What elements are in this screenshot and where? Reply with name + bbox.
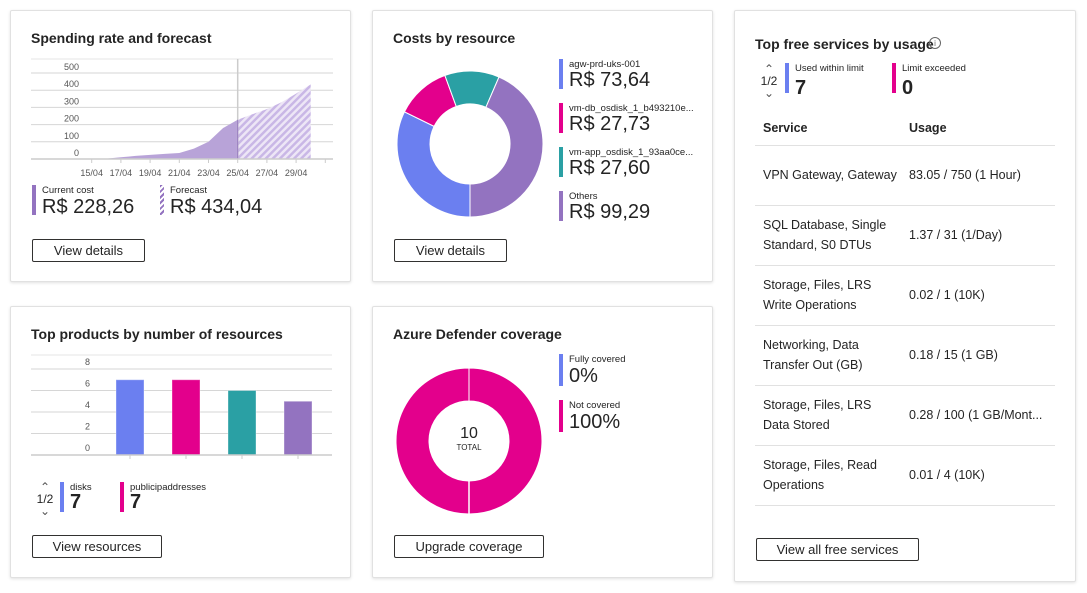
service-cell: Storage, Files, Read Operations	[755, 445, 901, 506]
free-pager[interactable]: ⌃ 1/2 ⌄	[759, 63, 779, 99]
legend-label: Used within limit	[795, 63, 864, 74]
donut-total: 10 TOTAL	[456, 425, 482, 452]
legend-value: R$ 99,29	[569, 201, 651, 223]
view-details-button[interactable]: View details	[394, 239, 507, 262]
table-row[interactable]: VPN Gateway, Gateway 83.05 / 750 (1 Hour)	[755, 145, 1055, 206]
legend-label: Fully covered	[569, 354, 626, 365]
bar[interactable]	[171, 379, 201, 456]
actual-cost-area	[77, 119, 238, 159]
usage-cell: 0.18 / 15 (1 GB)	[901, 325, 1055, 386]
chevron-down-icon[interactable]: ⌄	[759, 87, 779, 99]
x-tick-label: 25/04	[226, 168, 249, 178]
legend-label: Not covered	[569, 400, 621, 411]
y-tick-label: 0	[74, 148, 79, 158]
usage-cell: 1.37 / 31 (1/Day)	[901, 205, 1055, 266]
y-tick-label: 6	[85, 379, 90, 389]
card-title: Top free services by usage	[755, 36, 934, 52]
legend-value: R$ 73,64	[569, 69, 651, 91]
y-tick-label: 400	[64, 79, 79, 89]
y-tick-label: 0	[85, 443, 90, 453]
donut-slice[interactable]	[396, 111, 471, 218]
legend-label: publicipaddresses	[130, 482, 207, 493]
card-title: Azure Defender coverage	[393, 326, 562, 342]
x-tick-label: 27/04	[256, 168, 279, 178]
y-tick-label: 2	[85, 422, 90, 432]
legend-label: Limit exceeded	[902, 63, 966, 74]
view-all-free-services-button[interactable]: View all free services	[756, 538, 919, 561]
table-row[interactable]: SQL Database, Single Standard, S0 DTUs 1.…	[755, 205, 1055, 266]
y-tick-label: 500	[64, 62, 79, 72]
legend-value: 0%	[569, 365, 598, 387]
table-row[interactable]: Networking, Data Transfer Out (GB) 0.18 /…	[755, 325, 1055, 386]
legend-value: 0	[902, 77, 914, 99]
card-title: Costs by resource	[393, 30, 516, 46]
x-tick-label: 17/04	[110, 168, 133, 178]
free-services-table: Service Usage VPN Gateway, Gateway 83.05 /…	[755, 111, 1055, 506]
x-tick-label: 23/04	[197, 168, 220, 178]
x-tick-label: 19/04	[139, 168, 162, 178]
table-row[interactable]: Storage, Files, LRS Data Stored 0.28 / 10…	[755, 385, 1055, 446]
x-tick-label: 21/04	[168, 168, 191, 178]
upgrade-coverage-button[interactable]: Upgrade coverage	[394, 535, 544, 558]
usage-cell: 83.05 / 750 (1 Hour)	[901, 145, 1055, 206]
x-tick-label: 15/04	[80, 168, 103, 178]
card-title: Spending rate and forecast	[31, 30, 212, 46]
legend-value: 7	[70, 491, 82, 513]
card-title: Top products by number of resources	[31, 326, 283, 342]
y-tick-label: 300	[64, 96, 79, 106]
service-cell: Storage, Files, LRS Data Stored	[755, 385, 901, 446]
y-tick-label: 100	[64, 131, 79, 141]
usage-cell: 0.02 / 1 (10K)	[901, 265, 1055, 326]
forecast-area	[237, 84, 311, 159]
y-tick-label: 200	[64, 114, 79, 124]
usage-cell: 0.28 / 100 (1 GB/Mont...	[901, 385, 1055, 446]
table-row[interactable]: Storage, Files, LRS Write Operations 0.02…	[755, 265, 1055, 326]
legend-value: 7	[795, 77, 807, 99]
costs-donut-chart	[396, 70, 544, 218]
defender-coverage-card: Azure Defender coverage 10 TOTAL Fully c…	[372, 306, 713, 578]
legend-value: R$ 27,60	[569, 157, 651, 179]
y-tick-label: 4	[85, 400, 90, 410]
top-products-card: Top products by number of resources 0 2 4 6…	[10, 306, 351, 578]
bar[interactable]	[227, 390, 257, 456]
products-pager[interactable]: ⌃ 1/2 ⌄	[35, 481, 55, 517]
view-details-button[interactable]: View details	[32, 239, 145, 262]
service-cell: Storage, Files, LRS Write Operations	[755, 265, 901, 326]
free-services-card: Top free services by usage i ⌃ 1/2 ⌄ Use…	[734, 10, 1076, 582]
table-row[interactable]: Storage, Files, Read Operations 0.01 / 4 …	[755, 445, 1055, 506]
x-tick-label: 29/04	[285, 168, 308, 178]
info-icon[interactable]: i	[929, 37, 941, 49]
bar[interactable]	[115, 379, 145, 456]
view-resources-button[interactable]: View resources	[32, 535, 162, 558]
y-tick-label: 8	[85, 357, 90, 367]
usage-cell: 0.01 / 4 (10K)	[901, 445, 1055, 506]
spending-card: Spending rate and forecast 0 100 200 300 400…	[10, 10, 351, 282]
service-cell: SQL Database, Single Standard, S0 DTUs	[755, 205, 901, 266]
legend-value: R$ 27,73	[569, 113, 651, 135]
service-cell: Networking, Data Transfer Out (GB)	[755, 325, 901, 386]
legend-value: 7	[130, 491, 142, 513]
legend-value: 100%	[569, 411, 621, 433]
bar[interactable]	[283, 400, 313, 456]
products-bar-chart: 0 2 4 6 8	[31, 354, 332, 459]
costs-by-resource-card: Costs by resource agw-prd-uks-001 R$ 73,6…	[372, 10, 713, 282]
chevron-down-icon[interactable]: ⌄	[35, 505, 55, 517]
service-cell: VPN Gateway, Gateway	[755, 145, 901, 206]
